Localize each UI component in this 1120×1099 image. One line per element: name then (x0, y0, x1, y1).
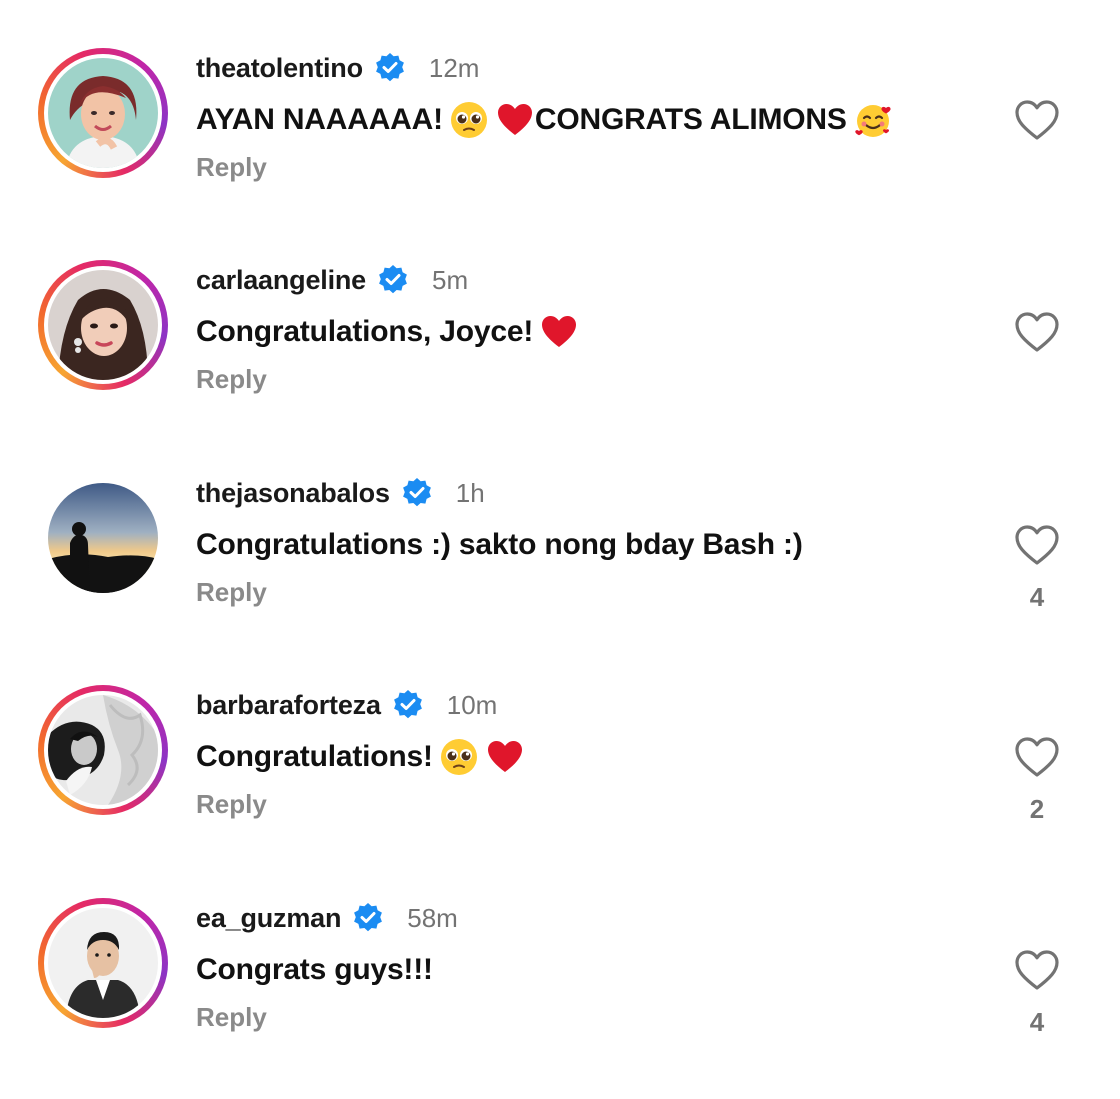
verified-badge-icon (391, 688, 425, 722)
verified-badge-icon (400, 476, 434, 510)
verified-badge-icon (376, 263, 410, 297)
reply-button[interactable]: Reply (196, 577, 267, 608)
avatar[interactable] (48, 908, 158, 1018)
like-count: 2 (1029, 794, 1045, 824)
avatar-story-ring[interactable] (38, 48, 168, 178)
pleading-face-emoji-icon (439, 737, 479, 777)
comment-timestamp: 5m (432, 264, 469, 295)
comment-list: theatolentino 12m AYAN NAAAAAA! CONGRATS… (0, 0, 1120, 1099)
heart-outline-icon[interactable] (1013, 735, 1061, 779)
verified-badge-icon (373, 51, 407, 85)
comment-timestamp: 10m (446, 689, 498, 720)
reply-button[interactable]: Reply (196, 1002, 267, 1033)
avatar-no-ring[interactable] (38, 473, 168, 603)
heart-outline-icon[interactable] (1013, 523, 1061, 567)
comment-item: theatolentino 12m AYAN NAAAAAA! CONGRATS… (0, 30, 1120, 220)
comment-text: Congratulations! (196, 735, 525, 779)
comment-text-part: Congrats guys!!! (196, 953, 433, 986)
comment-meta: thejasonabalos 1h (196, 473, 485, 513)
red-heart-emoji-icon (495, 100, 535, 140)
heart-outline-icon[interactable] (1013, 98, 1061, 142)
username-link[interactable]: theatolentino (196, 53, 363, 84)
pleading-face-emoji-icon (449, 100, 489, 140)
comment-meta: carlaangeline 5m (196, 260, 468, 300)
comment-timestamp: 58m (407, 902, 458, 933)
avatar[interactable] (48, 58, 158, 168)
heart-outline-icon[interactable] (1013, 948, 1061, 992)
comment-text-part: Congratulations! (196, 740, 433, 773)
avatar-story-ring[interactable] (38, 898, 168, 1028)
comment-meta: barbaraforteza 10m (196, 685, 497, 725)
comment-meta: ea_guzman 58m (196, 898, 458, 938)
comment-text: Congratulations, Joyce! (196, 310, 579, 354)
comment-text-part: CONGRATS ALIMONS (534, 103, 847, 136)
comment-item: thejasonabalos 1h Congratulations :) sak… (0, 455, 1120, 645)
comment-text-part: Congratulations :) sakto nong bday Bash … (196, 528, 803, 561)
username-link[interactable]: thejasonabalos (196, 478, 390, 509)
comment-text: Congrats guys!!! (196, 948, 433, 992)
comment-item: ea_guzman 58m Congrats guys!!! Reply 4 (0, 880, 1120, 1070)
comment-item: barbaraforteza 10m Congratulations! Repl… (0, 667, 1120, 857)
avatar-story-ring[interactable] (38, 260, 168, 390)
avatar-story-ring[interactable] (38, 685, 168, 815)
comment-item: carlaangeline 5m Congratulations, Joyce!… (0, 242, 1120, 432)
reply-button[interactable]: Reply (196, 364, 267, 395)
red-heart-emoji-icon (539, 312, 579, 352)
username-link[interactable]: barbaraforteza (196, 690, 381, 721)
comment-text: Congratulations :) sakto nong bday Bash … (196, 523, 803, 567)
comment-timestamp: 1h (455, 477, 485, 508)
avatar[interactable] (48, 483, 158, 593)
username-link[interactable]: carlaangeline (196, 265, 366, 296)
like-count: 4 (1029, 1007, 1045, 1037)
avatar[interactable] (48, 270, 158, 380)
comment-text-part: Congratulations, Joyce! (196, 315, 534, 348)
comment-text: AYAN NAAAAAA! CONGRATS ALIMONS (196, 98, 893, 142)
verified-badge-icon (351, 901, 385, 935)
avatar[interactable] (48, 695, 158, 805)
comment-text-part: AYAN NAAAAAA! (196, 103, 443, 136)
like-count: 4 (1029, 582, 1045, 612)
red-heart-emoji-icon (485, 737, 525, 777)
comment-timestamp: 12m (428, 52, 480, 83)
reply-button[interactable]: Reply (196, 789, 267, 820)
username-link[interactable]: ea_guzman (196, 903, 341, 934)
heart-outline-icon[interactable] (1013, 310, 1061, 354)
comment-meta: theatolentino 12m (196, 48, 479, 88)
reply-button[interactable]: Reply (196, 152, 267, 183)
smiling-face-with-hearts-emoji-icon (853, 100, 893, 140)
